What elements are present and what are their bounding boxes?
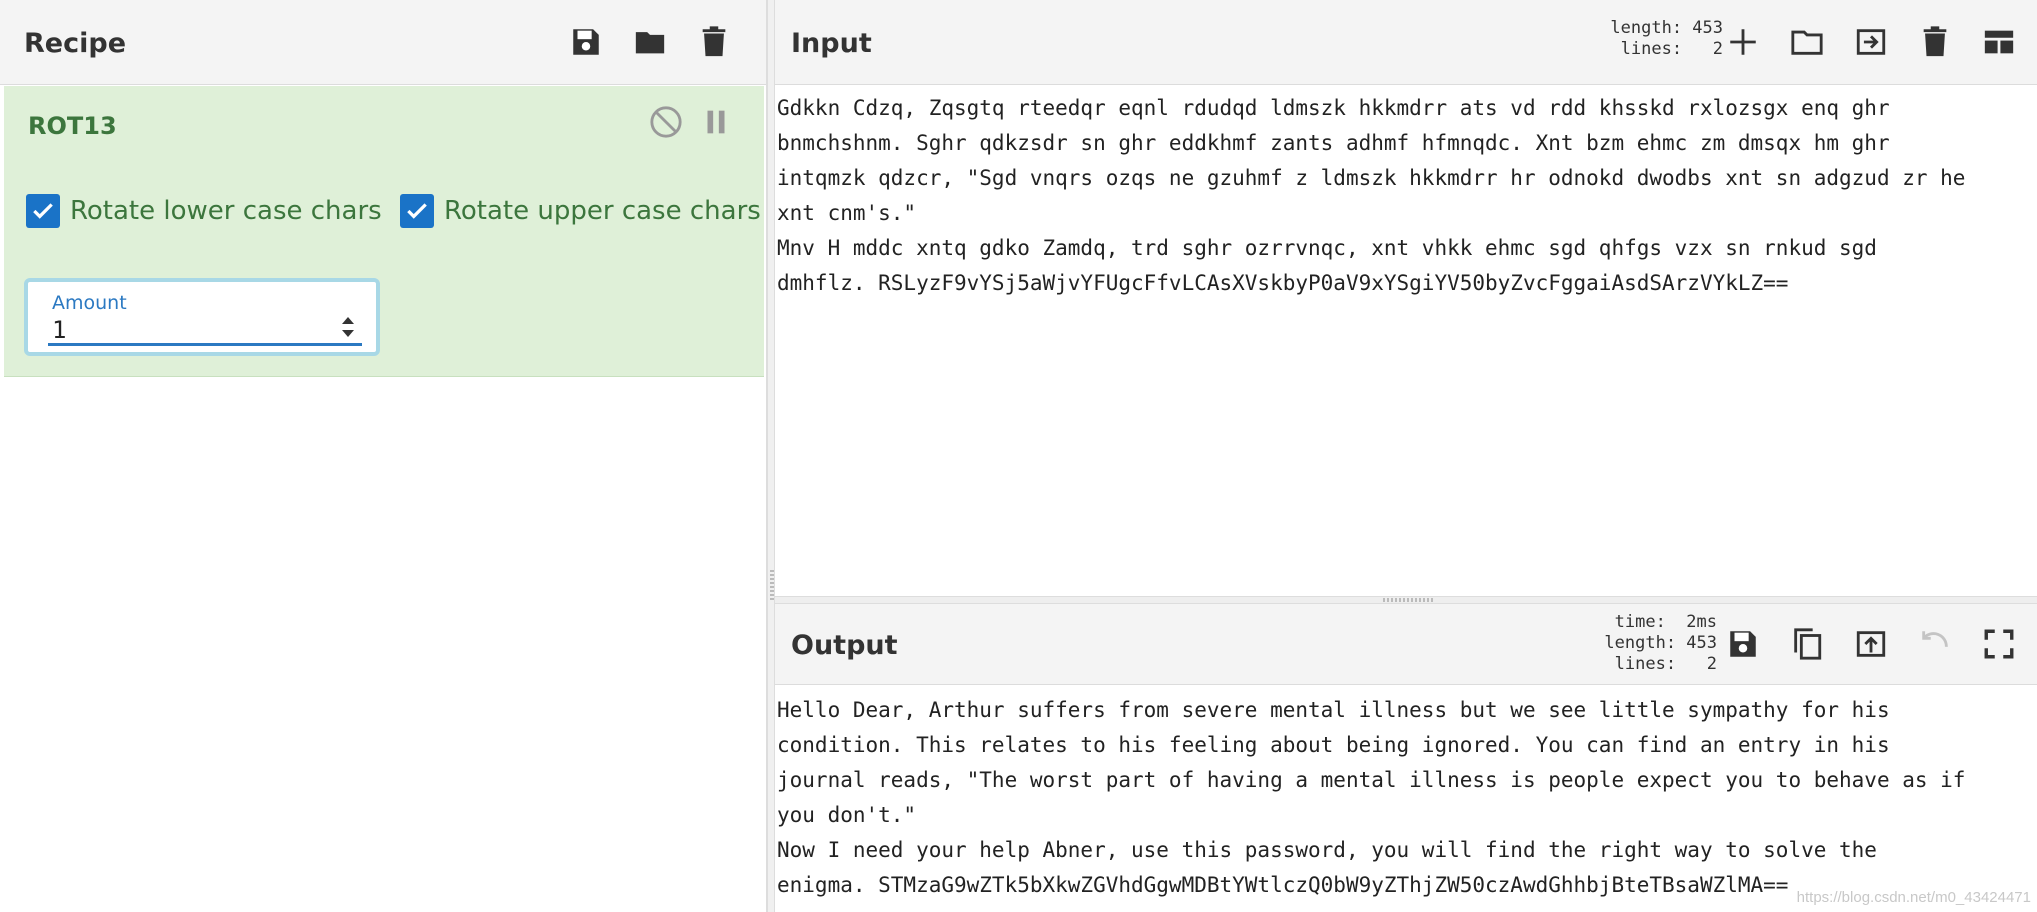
- replace-input-button[interactable]: [1849, 622, 1893, 666]
- operation-name: ROT13: [28, 112, 117, 140]
- output-title-bar: Output time: 2ms length: 453 lines: 2: [775, 604, 2037, 685]
- recipe-title-bar: Recipe: [0, 0, 766, 85]
- layout-icon: [1984, 30, 2014, 54]
- maximize-output-button[interactable]: [1977, 622, 2021, 666]
- recipe-pane: Recipe ROT13 Rotate lower case chars Rot…: [0, 0, 767, 912]
- output-pane: Output time: 2ms length: 453 lines: 2 He…: [775, 604, 2037, 912]
- import-icon: [1856, 29, 1886, 55]
- input-pane: Input length: 453 lines: 2 Gdkkn Cdzq, Z…: [775, 0, 2037, 598]
- copy-output-button[interactable]: [1785, 622, 1829, 666]
- input-textarea[interactable]: Gdkkn Cdzq, Zqsgtq rteedqr eqnl rdudqd l…: [777, 91, 2037, 591]
- input-title-bar: Input length: 453 lines: 2: [775, 0, 2037, 85]
- checkbox-checked[interactable]: [400, 194, 434, 228]
- save-output-button[interactable]: [1721, 622, 1765, 666]
- watermark: https://blog.csdn.net/m0_43424471: [1796, 889, 2031, 906]
- open-as-input-button[interactable]: [1849, 20, 1893, 64]
- pause-icon: [707, 110, 725, 134]
- clear-recipe-button[interactable]: [692, 20, 736, 64]
- spinner-icon[interactable]: [338, 312, 358, 342]
- rotate-upper-label: Rotate upper case chars: [444, 196, 761, 226]
- recipe-title: Recipe: [24, 28, 127, 59]
- amount-label: Amount: [52, 292, 127, 314]
- folder-icon: [635, 32, 665, 54]
- clear-input-button[interactable]: [1913, 20, 1957, 64]
- amount-field[interactable]: Amount 1: [24, 278, 380, 356]
- disable-operation-button[interactable]: [644, 100, 688, 144]
- save-recipe-button[interactable]: [564, 20, 608, 64]
- check-icon: [407, 203, 427, 219]
- output-title: Output: [791, 630, 898, 661]
- export-icon: [1856, 631, 1886, 657]
- undo-icon: [1922, 631, 1948, 647]
- input-underline: [48, 343, 362, 346]
- save-icon: [573, 29, 599, 55]
- load-recipe-button[interactable]: [628, 20, 672, 64]
- horizontal-splitter[interactable]: [775, 596, 2037, 604]
- copy-icon: [1794, 628, 1822, 660]
- rotate-upper-checkbox[interactable]: Rotate upper case chars: [400, 194, 761, 228]
- pause-operation-button[interactable]: [694, 100, 738, 144]
- plus-icon: [1730, 29, 1756, 55]
- amount-input[interactable]: 1: [52, 316, 66, 344]
- checkbox-checked[interactable]: [26, 194, 60, 228]
- rotate-lower-checkbox[interactable]: Rotate lower case chars: [26, 194, 382, 228]
- rotate-lower-label: Rotate lower case chars: [70, 196, 382, 226]
- undo-button[interactable]: [1913, 622, 1957, 666]
- folder-icon: [1791, 30, 1823, 55]
- save-icon: [1730, 631, 1756, 657]
- input-stats: length: 453 lines: 2: [1610, 18, 1723, 59]
- output-stats: time: 2ms length: 453 lines: 2: [1604, 612, 1717, 674]
- open-file-button[interactable]: [1785, 20, 1829, 64]
- trash-icon: [1923, 26, 1947, 57]
- add-input-tab-button[interactable]: [1721, 20, 1765, 64]
- vertical-splitter[interactable]: [767, 0, 775, 912]
- output-textarea[interactable]: Hello Dear, Arthur suffers from severe m…: [777, 693, 2037, 908]
- splitter-grip[interactable]: [770, 570, 774, 600]
- disable-icon: [650, 106, 682, 138]
- fullscreen-icon: [1984, 629, 2014, 659]
- splitter-grip[interactable]: [1383, 598, 1435, 602]
- trash-icon: [702, 26, 726, 57]
- operation-rot13[interactable]: ROT13 Rotate lower case chars Rotate upp…: [4, 86, 764, 377]
- check-icon: [33, 203, 53, 219]
- input-title: Input: [791, 28, 872, 59]
- reset-layout-button[interactable]: [1977, 20, 2021, 64]
